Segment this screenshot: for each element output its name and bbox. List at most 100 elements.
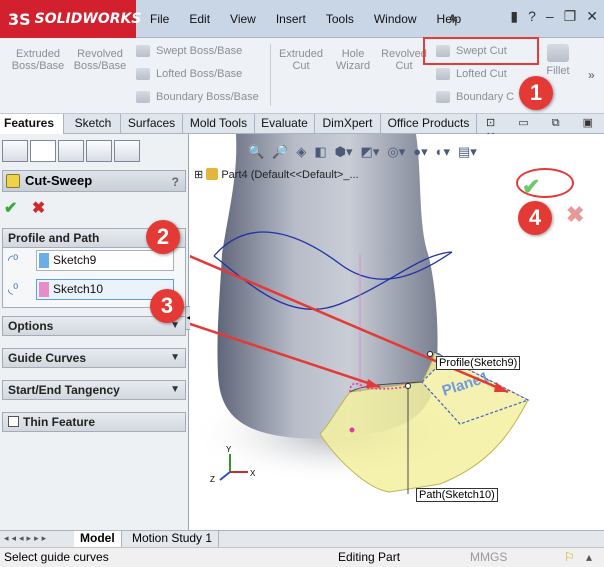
help-button[interactable]: ? (172, 172, 179, 192)
lofted-cut-button[interactable]: Lofted Cut (436, 68, 507, 80)
swept-boss-icon (136, 45, 150, 57)
profile-value: Sketch9 (53, 253, 97, 267)
property-manager-icon[interactable] (30, 140, 56, 162)
title-bar: 3S SOLIDWORKS File Edit View Insert Tool… (0, 0, 604, 38)
boundary-cut-label: Boundary C (456, 91, 515, 103)
zoom-area-icon[interactable]: 🔎 (272, 144, 288, 160)
options-label: Options (8, 319, 54, 333)
lofted-boss-icon (136, 68, 150, 80)
zoom-fit-icon[interactable]: 🔍 (248, 144, 264, 160)
menu-view[interactable]: View (230, 12, 256, 26)
solidworks-logo[interactable]: 3S SOLIDWORKS (0, 0, 141, 38)
ribbon-more-chevron-icon[interactable]: » (588, 68, 595, 82)
chevron-down-icon: ▼ (170, 352, 180, 363)
view-settings-icon[interactable]: ▤▾ (458, 144, 477, 160)
profile-field[interactable]: Sketch9 (36, 250, 174, 271)
swept-boss-label: Swept Boss/Base (156, 45, 243, 57)
lofted-cut-icon (436, 68, 450, 80)
tab-model[interactable]: Model (74, 531, 122, 547)
cancel-x-icon[interactable]: ✖ (32, 200, 45, 217)
ribbon-separator (270, 44, 271, 106)
start-end-tangency-section[interactable]: Start/End Tangency ▼ (2, 380, 186, 400)
help-icon[interactable]: ? (528, 8, 536, 25)
section-view-icon[interactable]: ◧ (314, 144, 326, 160)
thin-feature-section[interactable]: Thin Feature (2, 412, 186, 432)
callout-2: 2 (146, 220, 180, 254)
status-menu-icon[interactable]: ▴ (586, 548, 592, 567)
graphics-viewport[interactable]: Plane1 Z X Y 🔍 🔎 ◈ ◧ ⬢▾ ◩▾ ◎▾ ●▾ ◐▾ ▤▾ ⊞… (190, 134, 604, 530)
tab-office-products[interactable]: Office Products (381, 114, 477, 134)
tab-motion-study[interactable]: Motion Study 1 (126, 531, 220, 547)
ok-check-icon[interactable]: ✔ (4, 200, 17, 217)
command-manager-tabs: Features Sketch Surfaces Mold Tools Eval… (0, 114, 604, 143)
extruded-boss-button[interactable]: Extruded Boss/Base (10, 48, 66, 72)
lofted-boss-button[interactable]: Lofted Boss/Base (136, 68, 242, 80)
menu-window[interactable]: Window (374, 12, 417, 26)
path-label: Path(Sketch10) (416, 488, 498, 502)
rebuild-icon[interactable]: ⚐ (564, 548, 575, 567)
logo-text: SOLIDWORKS (34, 11, 142, 27)
tree-item[interactable]: ⊞ Part4 (Default<<Default>_... (194, 168, 359, 181)
menu-insert[interactable]: Insert (276, 12, 306, 26)
display-style-icon[interactable]: ◩▾ (361, 144, 380, 160)
boundary-boss-button[interactable]: Boundary Boss/Base (136, 91, 259, 103)
thin-feature-label: Thin Feature (23, 415, 96, 429)
hide-show-icon[interactable]: ◎▾ (387, 144, 405, 160)
start-end-label: Start/End Tangency (8, 383, 120, 397)
tab-dimxpert[interactable]: DimXpert (315, 114, 381, 134)
guide-curves-section[interactable]: Guide Curves ▼ (2, 348, 186, 368)
tab-nav-arrows[interactable]: ◂◂◂▸▸▸ (4, 533, 49, 544)
menu-edit[interactable]: Edit (189, 12, 210, 26)
hole-wizard-button[interactable]: Hole Wizard (330, 48, 376, 72)
chevron-down-icon: ▼ (170, 384, 180, 395)
pin-icon[interactable] (446, 12, 460, 26)
configuration-manager-icon[interactable] (58, 140, 84, 162)
revolved-boss-button[interactable]: Revolved Boss/Base (72, 48, 128, 72)
arrow-head-2 (494, 382, 508, 392)
window-controls: ▮ ? – ❐ ✕ (510, 8, 598, 25)
path-endpoint (405, 383, 411, 389)
tab-evaluate[interactable]: Evaluate (255, 114, 315, 134)
status-units[interactable]: MMGS (470, 548, 507, 567)
tab-mold-tools[interactable]: Mold Tools (183, 114, 255, 134)
scene-icon[interactable]: ◐▾ (436, 144, 450, 160)
profile-color-swatch (39, 253, 49, 268)
boundary-boss-label: Boundary Boss/Base (156, 91, 259, 103)
lofted-boss-label: Lofted Boss/Base (156, 68, 243, 80)
edit-appearance-icon[interactable]: ●▾ (413, 144, 427, 160)
panel-tabs (2, 140, 140, 162)
tab-surfaces[interactable]: Surfaces (121, 114, 183, 134)
menu-tools[interactable]: Tools (326, 12, 354, 26)
ds-logo-icon: 3S (8, 9, 31, 29)
swept-boss-button[interactable]: Swept Boss/Base (136, 45, 242, 57)
profile-endpoint (427, 351, 433, 357)
tab-sketch[interactable]: Sketch (66, 114, 121, 134)
feature-tree-icon[interactable] (2, 140, 28, 162)
guide-curves-label: Guide Curves (8, 351, 87, 365)
ok-cancel-row: ✔ ✖ (4, 198, 45, 218)
minimize-button[interactable]: – (546, 8, 554, 25)
part-icon (206, 168, 219, 180)
lofted-cut-label: Lofted Cut (456, 68, 507, 80)
close-button[interactable]: ✕ (586, 8, 598, 25)
part-name: Part4 (Default<<Default>_... (221, 169, 359, 181)
extruded-cut-button[interactable]: Extruded Cut (276, 48, 326, 72)
thin-feature-checkbox[interactable] (8, 416, 19, 427)
view-orientation-icon[interactable]: ⬢▾ (335, 144, 353, 160)
dimxpert-manager-icon[interactable] (86, 140, 112, 162)
display-manager-icon[interactable] (114, 140, 140, 162)
tab-features[interactable]: Features (0, 114, 64, 134)
menu-file[interactable]: File (150, 12, 169, 26)
boundary-cut-button[interactable]: Boundary C (436, 91, 514, 103)
restore-button[interactable]: ❐ (564, 8, 577, 25)
expand-icon[interactable]: ⊞ (194, 169, 203, 181)
fillet-label: Fillet (546, 65, 570, 77)
feature-title-text: Cut-Sweep (25, 173, 93, 188)
bottom-tabs: ◂◂◂▸▸▸ Model Motion Study 1 (0, 530, 604, 547)
fillet-button[interactable]: Fillet (540, 44, 576, 77)
heads-up-view-toolbar: 🔍 🔎 ◈ ◧ ⬢▾ ◩▾ ◎▾ ●▾ ◐▾ ▤▾ (248, 144, 477, 160)
previous-view-icon[interactable]: ◈ (296, 144, 306, 160)
menu-bar: File Edit View Insert Tools Window Help (150, 12, 481, 26)
confirm-cancel-icon[interactable]: ✖ (566, 202, 584, 228)
svg-text:X: X (250, 469, 256, 478)
